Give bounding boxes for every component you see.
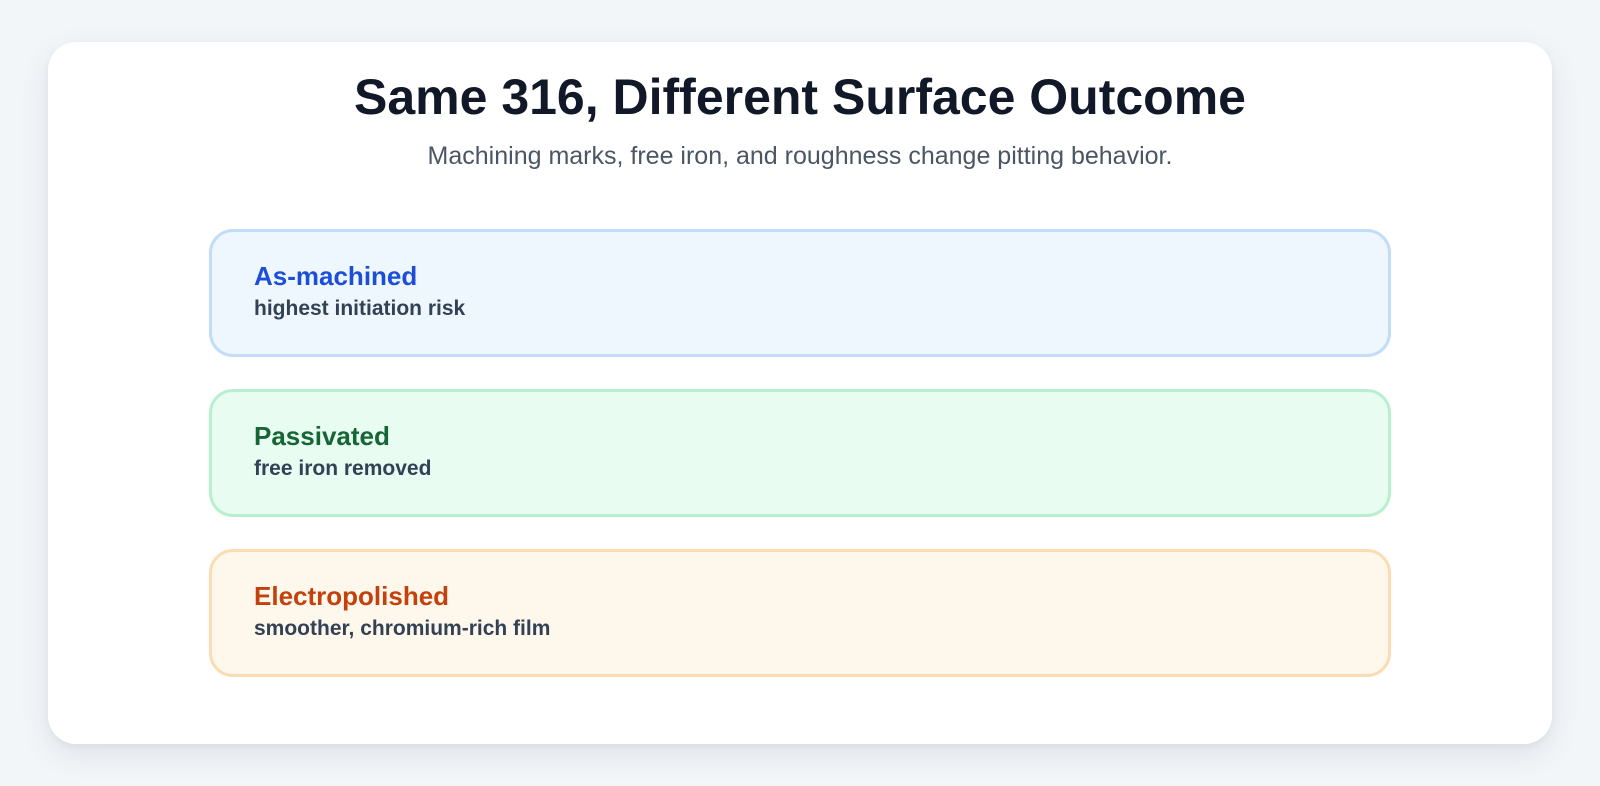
finish-label: Electropolished: [254, 581, 450, 611]
finish-label: Passivated: [254, 421, 390, 451]
diagram-card: Same 316, Different Surface Outcome Mach…: [48, 42, 1552, 744]
page-subtitle: Machining marks, free iron, and roughnes…: [427, 142, 1173, 170]
finish-description: highest initiation risk: [254, 297, 466, 321]
finish-passivated: Passivated free iron removed: [209, 389, 1391, 517]
finish-electropolished: Electropolished smoother, chromium-rich …: [209, 549, 1391, 677]
finish-as-machined: As-machined highest initiation risk: [209, 229, 1391, 357]
finish-description: smoother, chromium-rich film: [254, 617, 551, 641]
finish-label: As-machined: [254, 261, 418, 291]
finish-description: free iron removed: [254, 457, 432, 481]
page-title: Same 316, Different Surface Outcome: [354, 69, 1246, 125]
surface-finish-list: As-machined highest initiation risk Pass…: [209, 229, 1391, 709]
